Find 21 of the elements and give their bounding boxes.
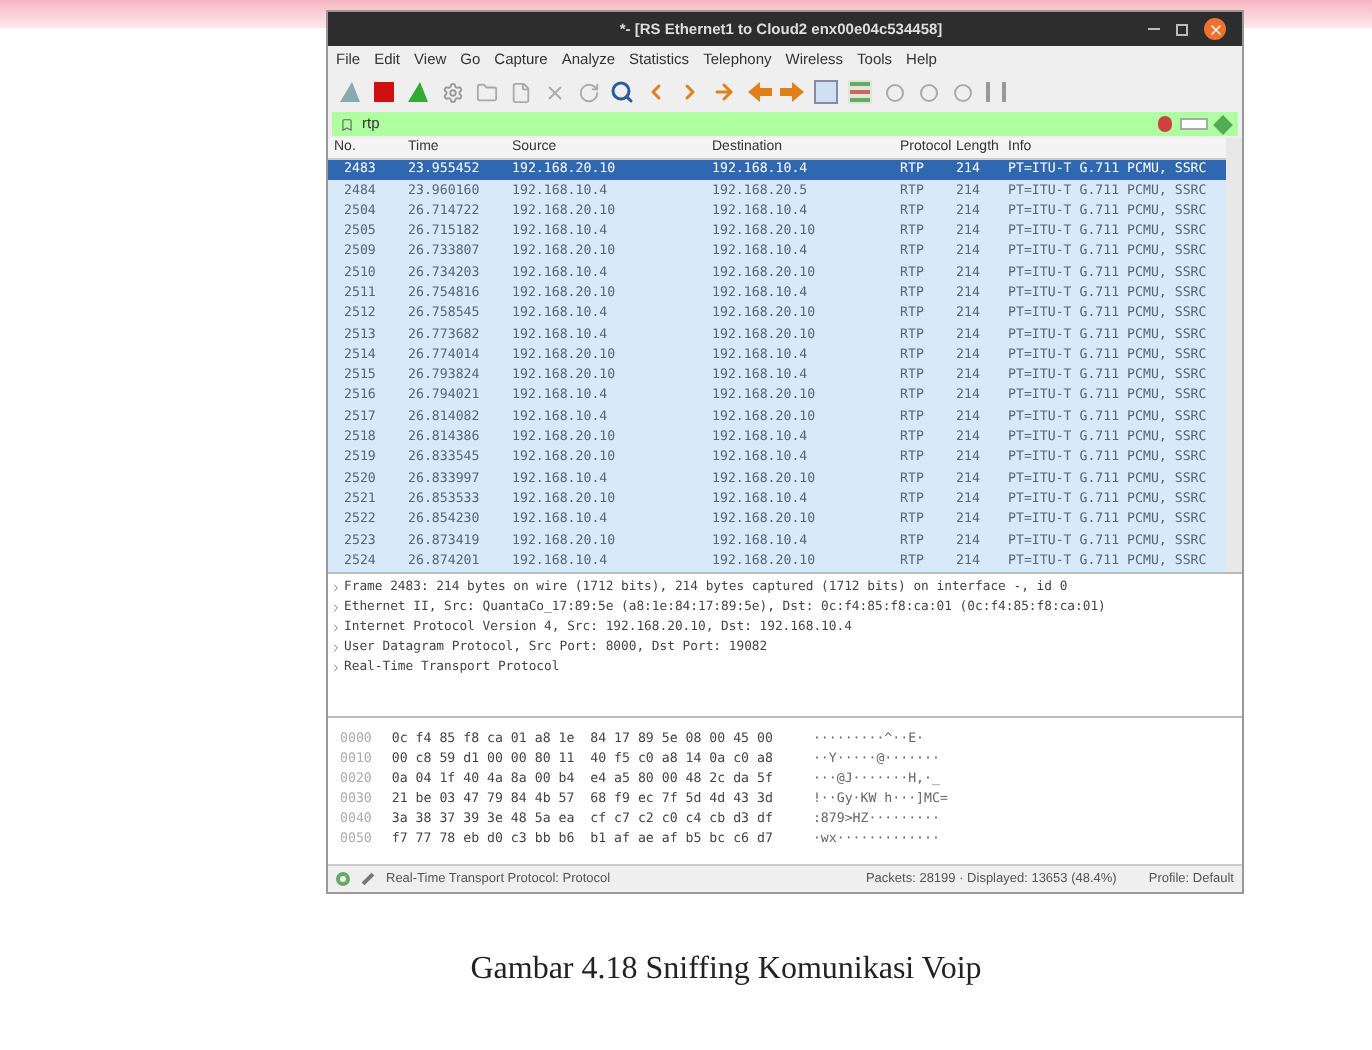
- resize-columns-icon[interactable]: [982, 78, 1010, 106]
- figure-caption: Gambar 4.18 Sniffing Komunikasi Voip: [470, 949, 982, 990]
- clear-filter-icon[interactable]: [1158, 116, 1172, 132]
- search-icon[interactable]: [608, 78, 636, 106]
- colorize-icon[interactable]: [846, 78, 874, 106]
- folder-icon[interactable]: [472, 78, 500, 106]
- close-icon[interactable]: [1204, 18, 1226, 40]
- maximize-icon[interactable]: [1176, 23, 1188, 35]
- scrollbar[interactable]: [1226, 138, 1242, 572]
- apply-filter-icon[interactable]: [1213, 114, 1233, 134]
- edit-comment-icon[interactable]: [361, 872, 375, 886]
- stop-icon[interactable]: [370, 78, 398, 106]
- go-to-packet-icon[interactable]: [710, 78, 738, 106]
- last-packet-icon[interactable]: [778, 78, 806, 106]
- first-packet-icon[interactable]: [744, 78, 772, 106]
- autoscroll-icon[interactable]: [812, 78, 840, 106]
- fin-restart-icon[interactable]: [404, 78, 432, 106]
- bookmark-icon: [340, 117, 354, 131]
- dropdown-icon[interactable]: [1180, 118, 1208, 130]
- settings-icon[interactable]: [438, 78, 466, 106]
- shark-fin-icon[interactable]: [336, 78, 364, 106]
